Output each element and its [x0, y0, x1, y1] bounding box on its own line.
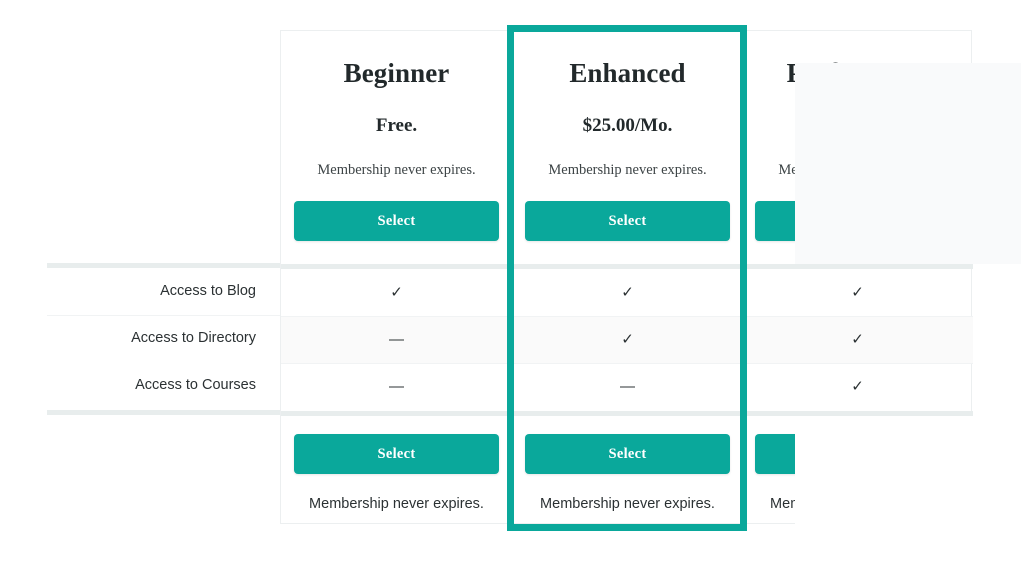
feature-label-access-to-courses: Access to Courses: [135, 377, 256, 393]
pricing-table-screen: Access to Blog Access to Directory Acces…: [0, 0, 1024, 574]
cell-courses-beginner: —: [389, 378, 404, 395]
select-button-top-beginner[interactable]: Select: [294, 201, 499, 242]
select-button-bottom-enhanced[interactable]: Select: [525, 434, 730, 474]
cell-blog-beginner: ✓: [390, 284, 403, 301]
cell-directory-professional: ✓: [851, 331, 864, 348]
cell-courses-professional: ✓: [851, 378, 864, 395]
cell-courses-enhanced: —: [620, 378, 635, 395]
table-row-access-to-courses: — — ✓: [281, 363, 973, 410]
plan-note-top-beginner: Membership never expires.: [317, 162, 476, 179]
featured-column-footer-plate: [795, 416, 1021, 555]
plan-column-enhanced: Enhanced $25.00/Mo. Membership never exp…: [512, 31, 743, 264]
pricing-table: Beginner Free. Membership never expires.…: [280, 30, 1021, 555]
plan-note-bottom-beginner: Membership never expires.: [309, 496, 484, 512]
plan-footer-enhanced: Select Membership never expires.: [512, 416, 743, 524]
cell-directory-enhanced: ✓: [621, 331, 634, 348]
feature-label-access-to-directory: Access to Directory: [131, 330, 256, 346]
cell-directory-beginner: —: [389, 331, 404, 348]
left-gutter-rule-bottom: [47, 410, 280, 415]
cell-blog-professional: ✓: [851, 284, 864, 301]
plan-price-enhanced: $25.00/Mo.: [582, 115, 673, 137]
featured-column-backdrop: [795, 63, 1021, 264]
select-button-top-enhanced[interactable]: Select: [525, 201, 730, 242]
cell-blog-enhanced: ✓: [621, 284, 634, 301]
plan-note-top-enhanced: Membership never expires.: [548, 162, 707, 179]
feature-label-access-to-blog: Access to Blog: [160, 283, 256, 299]
plan-name-beginner: Beginner: [343, 58, 450, 88]
table-row-access-to-blog: ✓ ✓ ✓: [281, 269, 973, 316]
table-row-access-to-directory: — ✓ ✓: [281, 316, 973, 363]
select-button-bottom-beginner[interactable]: Select: [294, 434, 499, 474]
plan-note-bottom-enhanced: Membership never expires.: [540, 496, 715, 512]
plan-column-beginner: Beginner Free. Membership never expires.…: [281, 31, 512, 264]
plan-name-enhanced: Enhanced: [569, 58, 686, 88]
plan-footer-beginner: Select Membership never expires.: [281, 416, 512, 524]
plan-price-beginner: Free.: [375, 115, 418, 137]
